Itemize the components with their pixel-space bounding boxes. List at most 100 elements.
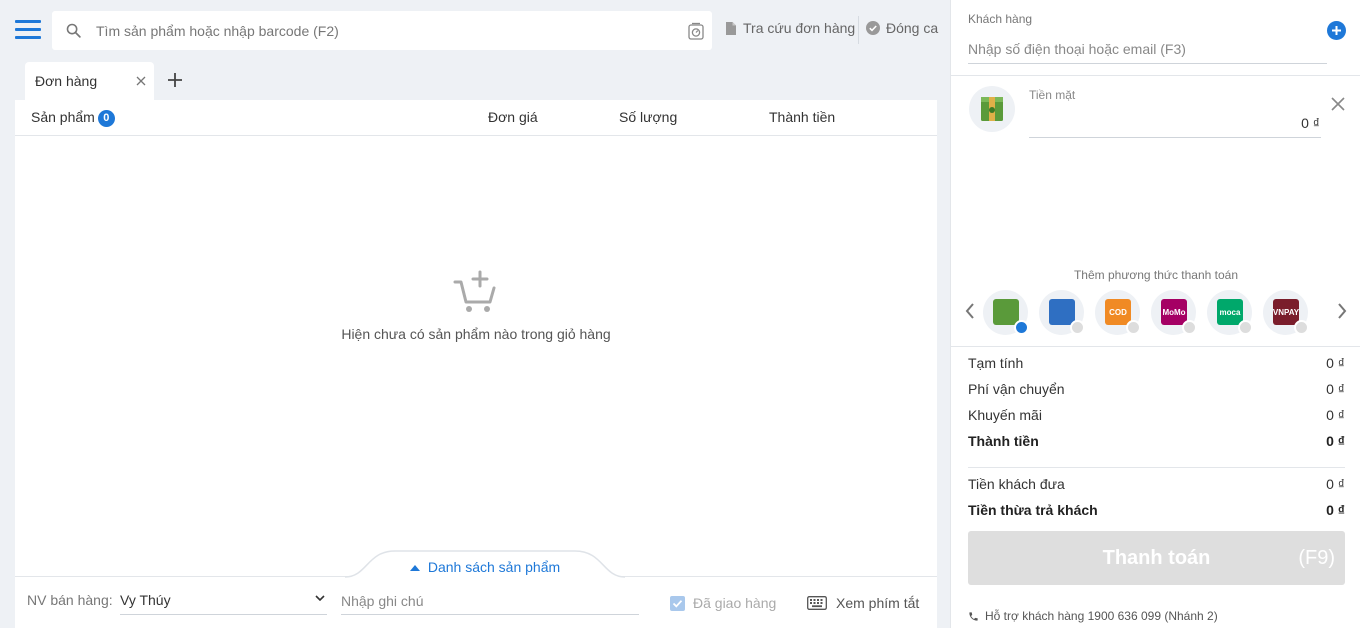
payment-method-bank[interactable]: [1039, 290, 1085, 335]
close-shift-label: Đóng ca: [886, 20, 939, 36]
order-workspace: Tra cứu đơn hàng Đóng ca Đơn hàng Sản ph…: [0, 0, 950, 628]
subtotal-label: Tạm tính: [968, 355, 1024, 371]
checkbox-icon[interactable]: [670, 595, 685, 611]
paid-label: Tiền khách đưa: [968, 476, 1065, 492]
add-method-label: Thêm phương thức thanh toán: [1073, 268, 1239, 282]
order-lookup-link[interactable]: Tra cứu đơn hàng: [725, 20, 855, 36]
unchecked-icon: [1294, 320, 1309, 335]
shipping-value: 0 ₫: [1326, 381, 1345, 397]
scale-icon[interactable]: [688, 22, 704, 40]
unchecked-icon: [1238, 320, 1253, 335]
payment-method-vnpay[interactable]: VNPAY: [1263, 290, 1309, 335]
checkout-label: Thanh toán: [1102, 547, 1211, 569]
staff-value: Vy Thúy: [120, 592, 171, 608]
unchecked-icon: [1070, 320, 1085, 335]
shortcut-link[interactable]: Xem phím tắt: [807, 595, 919, 611]
discount-row: Khuyến mãi 0 ₫: [968, 407, 1345, 423]
checkout-shortcut: (F9): [1298, 547, 1335, 569]
divider: [951, 346, 1360, 347]
tab-order[interactable]: Đơn hàng: [25, 62, 154, 100]
cart-panel: Sản phẩm 0 Đơn giá Số lượng Thành tiền Hi…: [15, 100, 937, 578]
search-input[interactable]: [96, 11, 676, 50]
chevron-down-icon: [315, 595, 325, 601]
change-value: 0 ₫: [1326, 502, 1345, 518]
moca-logo: moca: [1217, 299, 1243, 325]
column-product: Sản phẩm 0: [31, 109, 115, 127]
search-box: [52, 11, 712, 50]
column-price: Đơn giá: [488, 109, 538, 125]
menu-icon[interactable]: [15, 20, 41, 40]
paid-value[interactable]: 0 ₫: [1326, 476, 1345, 492]
discount-label: Khuyến mãi: [968, 407, 1042, 423]
cart-add-icon: [453, 270, 496, 312]
cash-label: Tiền mặt: [1029, 88, 1076, 102]
delivered-label: Đã giao hàng: [693, 595, 777, 611]
support-text: Hỗ trợ khách hàng 1900 636 099 (Nhánh 2): [985, 609, 1218, 623]
customer-input[interactable]: [968, 34, 1327, 64]
check-icon: [1014, 320, 1029, 335]
cash-logo: [993, 299, 1019, 325]
order-lookup-label: Tra cứu đơn hàng: [743, 20, 856, 36]
bottom-bar: NV bán hàng: Vy Thúy Đã giao hàng Xem ph…: [15, 576, 937, 628]
payment-method-moca[interactable]: moca: [1207, 290, 1253, 335]
phone-icon: [969, 611, 978, 621]
cash-icon: [981, 97, 1003, 121]
shipping-label: Phí vận chuyển: [968, 381, 1065, 397]
add-tab-icon[interactable]: [166, 71, 184, 89]
close-shift-link[interactable]: Đóng ca: [866, 20, 938, 36]
momo-logo: MoMo: [1161, 299, 1187, 325]
divider: [968, 467, 1345, 468]
checkout-panel: Khách hàng Tiền mặt 0 ₫ Thêm phương thức…: [950, 0, 1360, 628]
top-bar: Tra cứu đơn hàng Đóng ca: [0, 0, 950, 60]
search-icon: [66, 23, 81, 38]
note-input[interactable]: [341, 587, 639, 615]
add-customer-icon[interactable]: [1327, 21, 1346, 40]
total-value: 0 ₫: [1326, 433, 1345, 449]
subtotal-row: Tạm tính 0 ₫: [968, 355, 1345, 371]
chevron-left-icon[interactable]: [965, 302, 975, 320]
vnpay-logo: VNPAY: [1273, 299, 1299, 325]
staff-label: NV bán hàng:: [27, 592, 113, 608]
payment-methods: COD MoMo moca VNPAY: [951, 288, 1360, 338]
caret-up-icon: [409, 565, 420, 571]
cod-logo: COD: [1105, 299, 1131, 325]
product-list-toggle[interactable]: Danh sách sản phẩm: [345, 550, 625, 578]
payment-method-cod[interactable]: COD: [1095, 290, 1141, 335]
keyboard-icon: [807, 596, 827, 610]
unchecked-icon: [1126, 320, 1141, 335]
column-total: Thành tiền: [769, 109, 836, 125]
cash-amount[interactable]: 0 ₫: [1029, 108, 1321, 138]
support-info: Hỗ trợ khách hàng 1900 636 099 (Nhánh 2): [968, 609, 1218, 623]
change-label: Tiền thừa trả khách: [968, 502, 1098, 518]
check-circle-icon: [866, 21, 880, 35]
unchecked-icon: [1182, 320, 1197, 335]
discount-value: 0 ₫: [1326, 407, 1345, 423]
divider: [951, 75, 1360, 76]
payment-method-cash[interactable]: [983, 290, 1029, 335]
column-quantity: Số lượng: [619, 109, 678, 125]
payment-method-momo[interactable]: MoMo: [1151, 290, 1197, 335]
shortcut-label: Xem phím tắt: [836, 595, 920, 611]
shipping-row: Phí vận chuyển 0 ₫: [968, 381, 1345, 397]
bank-logo: [1049, 299, 1075, 325]
delivered-checkbox[interactable]: Đã giao hàng: [670, 595, 776, 611]
total-label: Thành tiền: [968, 433, 1039, 449]
subtotal-value: 0 ₫: [1326, 355, 1345, 371]
empty-cart-message: Hiện chưa có sản phẩm nào trong giỏ hàng: [341, 326, 611, 342]
checkout-button[interactable]: Thanh toán (F9): [968, 531, 1345, 585]
empty-cart: Hiện chưa có sản phẩm nào trong giỏ hàng: [15, 270, 937, 342]
customer-label: Khách hàng: [968, 12, 1033, 26]
top-separator: [858, 16, 859, 44]
total-row: Thành tiền 0 ₫: [968, 433, 1345, 449]
cart-table-header: Sản phẩm 0 Đơn giá Số lượng Thành tiền: [15, 100, 937, 136]
chevron-right-icon[interactable]: [1337, 302, 1347, 320]
product-count-badge: 0: [97, 110, 115, 127]
document-icon: [726, 21, 736, 35]
tab-order-label: Đơn hàng: [35, 73, 98, 89]
close-icon[interactable]: [1331, 97, 1345, 111]
paid-row: Tiền khách đưa 0 ₫: [968, 476, 1345, 492]
cash-payment-icon: [969, 86, 1015, 132]
product-list-label[interactable]: Danh sách sản phẩm: [345, 559, 625, 575]
close-icon[interactable]: [136, 76, 146, 86]
staff-select[interactable]: Vy Thúy: [120, 587, 327, 615]
